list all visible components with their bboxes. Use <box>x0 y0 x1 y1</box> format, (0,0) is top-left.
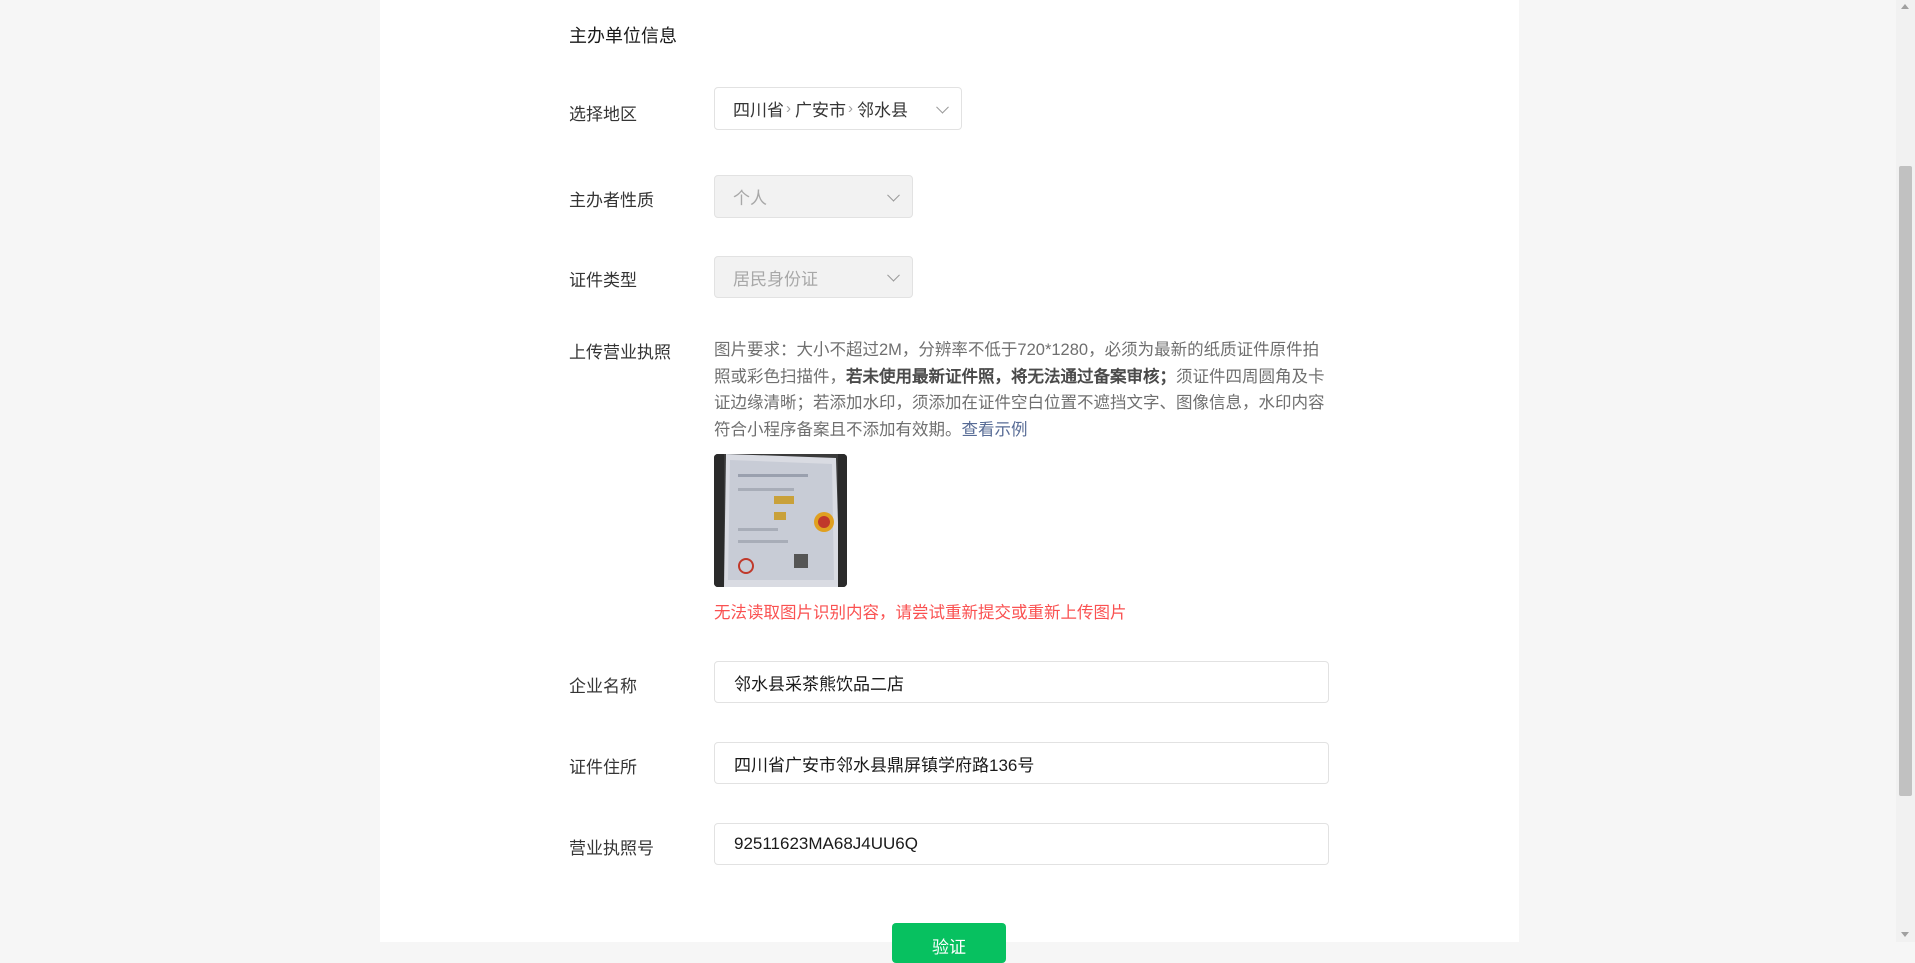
company-name-label: 企业名称 <box>569 677 637 696</box>
id-type-select[interactable]: 居民身份证 <box>714 256 913 298</box>
license-number-label: 营业执照号 <box>569 839 654 858</box>
host-type-select[interactable]: 个人 <box>714 175 913 218</box>
chevron-down-icon <box>887 188 900 202</box>
section-title: 主办单位信息 <box>569 26 677 46</box>
county-value: 邻水县 <box>857 101 908 120</box>
scroll-up-icon[interactable] <box>1901 4 1909 9</box>
company-name-input[interactable]: 邻水县采茶熊饮品二店 <box>714 661 1329 703</box>
license-number-input[interactable]: 92511623MA68J4UU6Q <box>714 823 1329 865</box>
region-select[interactable]: 四川省 › 广安市 › 邻水县 <box>714 87 962 130</box>
address-input[interactable]: 四川省广安市邻水县鼎屏镇学府路136号 <box>714 742 1329 784</box>
verify-button[interactable]: 验证 <box>892 923 1006 963</box>
region-label: 选择地区 <box>569 105 637 124</box>
scroll-down-icon[interactable] <box>1901 932 1909 937</box>
scrollbar-thumb[interactable] <box>1899 166 1912 796</box>
chevron-right-icon: › <box>848 100 853 117</box>
id-type-value: 居民身份证 <box>733 269 818 289</box>
upload-error-message: 无法读取图片识别内容，请尝试重新提交或重新上传图片 <box>714 604 1127 622</box>
license-image <box>714 454 847 587</box>
id-type-label: 证件类型 <box>569 271 637 290</box>
form-panel <box>380 0 1519 942</box>
chevron-down-icon <box>936 100 949 114</box>
address-label: 证件住所 <box>569 758 637 777</box>
chevron-down-icon <box>887 268 900 282</box>
upload-requirements: 图片要求：大小不超过2M，分辨率不低于720*1280，必须为最新的纸质证件原件… <box>714 337 1334 443</box>
host-type-label: 主办者性质 <box>569 191 654 210</box>
hint-warning: 若未使用最新证件照，将无法通过备案审核； <box>846 367 1176 386</box>
chevron-right-icon: › <box>786 100 791 117</box>
city-value: 广安市 <box>795 101 846 120</box>
license-upload-label: 上传营业执照 <box>569 343 671 362</box>
province-value: 四川省 <box>733 101 784 120</box>
view-example-link[interactable]: 查看示例 <box>962 421 1028 439</box>
license-thumbnail[interactable] <box>714 454 847 587</box>
host-type-value: 个人 <box>733 189 767 208</box>
